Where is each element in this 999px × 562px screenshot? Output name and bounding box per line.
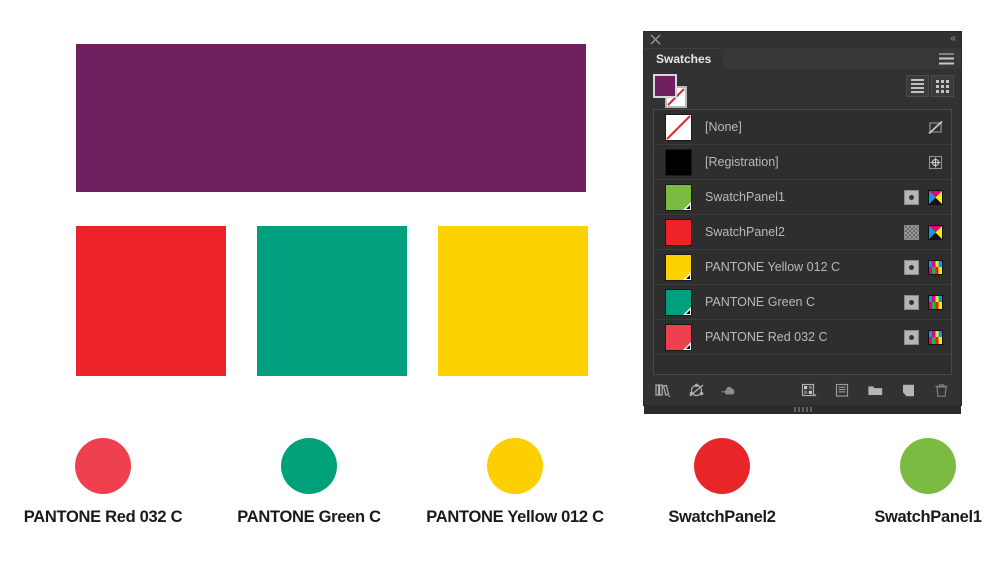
swatch-indicator-group [928, 120, 943, 135]
panel-resize-grip[interactable] [644, 405, 961, 414]
swatch-row[interactable]: [None] [654, 110, 951, 145]
footer-left-group [655, 382, 738, 399]
swatch-indicator-group [928, 155, 943, 170]
swatch-name: SwatchPanel1 [705, 190, 785, 204]
swatch-row[interactable]: SwatchPanel2 [654, 215, 951, 250]
yellow-square[interactable] [438, 226, 588, 376]
swatch-thumbnail[interactable] [665, 253, 692, 281]
swatch-row[interactable]: SwatchPanel1 [654, 180, 951, 215]
grid-view-icon [936, 79, 949, 93]
swatch-thumbnail[interactable] [665, 148, 692, 176]
red-square[interactable] [76, 226, 226, 376]
panel-menu-icon[interactable] [939, 53, 954, 64]
collapse-to-icons-icon[interactable]: « [950, 34, 955, 44]
spot-color-icon [904, 189, 919, 205]
legend-color-dot [487, 438, 543, 494]
spot-color-corner-icon [683, 306, 691, 315]
spot-color-corner-icon [683, 341, 691, 350]
panel-controls-row [644, 69, 961, 109]
legend-item: PANTONE Yellow 012 C [415, 438, 615, 527]
color-legend: PANTONE Red 032 C PANTONE Green C PANTON… [0, 438, 999, 548]
legend-item: SwatchPanel2 [622, 438, 822, 527]
delete-swatch-button[interactable] [933, 382, 950, 399]
legend-label: SwatchPanel2 [668, 508, 776, 526]
green-square[interactable] [257, 226, 407, 376]
spot-color-mode-icon [928, 329, 943, 345]
none-color-icon [928, 120, 943, 135]
swatch-libraries-menu-button[interactable] [655, 382, 672, 399]
swatch-name: PANTONE Green C [705, 295, 815, 309]
swatch-indicator-group [904, 224, 943, 240]
panel-title-bar: « [644, 32, 961, 48]
swatch-name: [None] [705, 120, 742, 134]
legend-color-dot [281, 438, 337, 494]
tab-swatches[interactable]: Swatches [644, 48, 724, 69]
purple-rectangle[interactable] [76, 44, 586, 192]
panel-tab-strip: Swatches [644, 48, 961, 69]
cmyk-color-mode-icon [928, 189, 943, 205]
swatch-row[interactable]: PANTONE Red 032 C [654, 320, 951, 355]
spot-color-mode-icon [928, 294, 943, 310]
legend-label: PANTONE Green C [237, 508, 381, 526]
swatch-name: SwatchPanel2 [705, 225, 785, 239]
registration-icon [928, 155, 943, 170]
fill-stroke-indicator [653, 74, 693, 108]
legend-label: PANTONE Red 032 C [23, 508, 183, 526]
legend-color-dot [900, 438, 956, 494]
footer-right-group [801, 382, 950, 399]
legend-color-dot [75, 438, 131, 494]
cmyk-color-mode-icon [928, 224, 943, 240]
legend-label: SwatchPanel1 [874, 508, 982, 526]
swatch-indicator-group [904, 189, 943, 205]
swatch-thumbnail[interactable] [665, 218, 692, 246]
list-view-button[interactable] [906, 75, 929, 97]
legend-item: PANTONE Red 032 C [3, 438, 203, 527]
swatch-row[interactable]: [Registration] [654, 145, 951, 180]
swatch-thumbnail[interactable] [665, 183, 692, 211]
grid-view-button[interactable] [931, 75, 954, 97]
swatch-row[interactable]: PANTONE Yellow 012 C [654, 250, 951, 285]
legend-item: PANTONE Green C [209, 438, 409, 527]
spot-color-icon [904, 259, 919, 275]
swatch-indicator-group [904, 294, 943, 310]
spot-color-corner-icon [683, 271, 691, 280]
show-swatch-kinds-menu-button[interactable] [801, 382, 818, 399]
spot-color-mode-icon [928, 259, 943, 275]
swatches-panel: « Swatches [None] [Registration] SwatchP… [643, 31, 962, 414]
swatch-row[interactable]: PANTONE Green C [654, 285, 951, 320]
spot-color-icon [904, 329, 919, 345]
swatch-name: PANTONE Yellow 012 C [705, 260, 841, 274]
spot-color-icon [904, 294, 919, 310]
spot-color-corner-icon [683, 201, 691, 210]
swatch-list[interactable]: [None] [Registration] SwatchPanel1 Swatc… [653, 109, 952, 375]
list-view-icon [911, 79, 924, 93]
panel-footer-toolbar [644, 375, 961, 414]
close-icon[interactable] [649, 33, 662, 46]
swatch-indicator-group [904, 259, 943, 275]
swatch-options-button[interactable] [834, 382, 851, 399]
fill-color-box[interactable] [653, 74, 677, 98]
swatch-thumbnail[interactable] [665, 113, 692, 141]
new-swatch-button[interactable] [900, 382, 917, 399]
view-toggle-group [906, 75, 954, 97]
add-to-library-button[interactable] [721, 382, 738, 399]
swatch-thumbnail[interactable] [665, 288, 692, 316]
legend-item: SwatchPanel1 [828, 438, 999, 527]
swatch-indicator-group [904, 329, 943, 345]
swatch-thumbnail[interactable] [665, 323, 692, 351]
legend-label: PANTONE Yellow 012 C [426, 508, 604, 526]
swatch-name: PANTONE Red 032 C [705, 330, 828, 344]
legend-color-dot [694, 438, 750, 494]
swatch-name: [Registration] [705, 155, 779, 169]
process-color-icon [904, 224, 919, 240]
new-color-group-button[interactable] [867, 382, 884, 399]
color-group-button[interactable] [688, 382, 705, 399]
